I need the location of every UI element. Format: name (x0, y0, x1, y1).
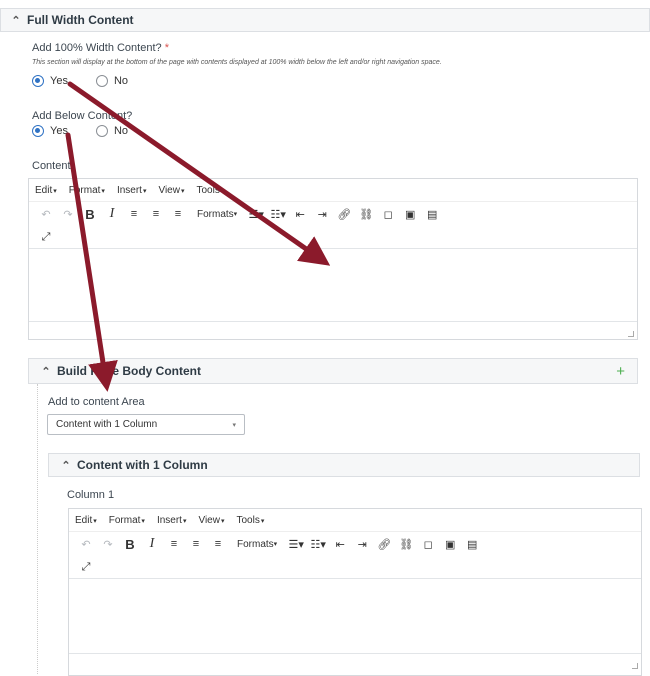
redo-icon[interactable]: ↷ (57, 204, 79, 224)
content-label: Content (32, 160, 71, 172)
numbered-list-icon[interactable]: ☷▾ (307, 534, 329, 554)
link-icon[interactable]: 🔗︎ (333, 204, 355, 224)
full-width-question-text: Add 100% Width Content? (32, 42, 162, 54)
menu-edit[interactable]: Edit▾ (75, 515, 97, 526)
menu-format[interactable]: Format▾ (109, 515, 145, 526)
full-width-no-label[interactable]: No (114, 75, 128, 87)
formats-dropdown[interactable]: Formats ▾ (189, 204, 245, 224)
indent-icon[interactable]: ⇥ (311, 204, 333, 224)
editor-toolbar: ↶ ↷ B I ≡ ≡ ≡ Formats ▾ ☰▾ ☷▾ ⇤ ⇥ 🔗︎ ⛓︎ ◻… (29, 202, 637, 226)
image-icon[interactable]: ▣ (399, 204, 421, 224)
bold-icon[interactable]: B (119, 534, 141, 554)
required-mark: * (164, 42, 169, 54)
editor-toolbar-row2: ⤢ (29, 226, 637, 248)
fullscreen-icon[interactable]: ⤢ (75, 557, 97, 577)
below-no-radio[interactable] (95, 125, 108, 137)
editor-status-bar (69, 653, 641, 672)
bullet-list-icon[interactable]: ☰▾ (245, 204, 267, 224)
chevron-down-icon: ▾ (232, 421, 236, 429)
bold-icon[interactable]: B (79, 204, 101, 224)
redo-icon[interactable]: ↷ (97, 534, 119, 554)
indent-icon[interactable]: ⇥ (351, 534, 373, 554)
chevron-up-icon: ⌃ (61, 459, 71, 472)
full-width-yes-label[interactable]: Yes (50, 75, 68, 87)
resize-handle-icon[interactable] (628, 331, 634, 337)
chevron-up-icon: ⌃ (11, 14, 21, 27)
full-width-title: Full Width Content (27, 13, 134, 27)
menu-view[interactable]: View▾ (198, 515, 224, 526)
resize-handle-icon[interactable] (632, 663, 638, 669)
full-width-section-header[interactable]: ⌃ Full Width Content (0, 8, 650, 32)
undo-icon[interactable]: ↶ (35, 204, 57, 224)
below-yes-label[interactable]: Yes (50, 125, 68, 137)
italic-icon[interactable]: I (101, 204, 123, 224)
menu-view[interactable]: View▾ (158, 185, 184, 196)
unlink-icon[interactable]: ⛓︎ (355, 204, 377, 224)
content-block-header[interactable]: ⌃ Content with 1 Column (48, 453, 640, 477)
full-width-no-radio[interactable] (95, 75, 108, 87)
column-editor: Edit▾ Format▾ Insert▾ View▾ Tools▾ ↶ ↷ B… (68, 508, 642, 676)
select-value: Content with 1 Column (56, 419, 158, 430)
menu-insert[interactable]: Insert▾ (117, 185, 147, 196)
content-editor: Edit▾ Format▾ Insert▾ View▾ Tools▾ ↶ ↷ B… (28, 178, 638, 340)
editor-text-area[interactable] (69, 578, 641, 653)
align-center-icon[interactable]: ≡ (185, 534, 207, 554)
undo-icon[interactable]: ↶ (75, 534, 97, 554)
menu-tools[interactable]: Tools▾ (236, 515, 264, 526)
menu-insert[interactable]: Insert▾ (157, 515, 187, 526)
below-question: Add Below Content? (32, 110, 133, 122)
below-radio-group: Yes No (32, 125, 128, 137)
editor-menubar: Edit▾ Format▾ Insert▾ View▾ Tools▾ (29, 179, 637, 202)
add-to-content-label: Add to content Area (48, 396, 145, 408)
bookmark-icon[interactable]: ◻ (417, 534, 439, 554)
outdent-icon[interactable]: ⇤ (289, 204, 311, 224)
align-right-icon[interactable]: ≡ (167, 204, 189, 224)
content-area-select[interactable]: Content with 1 Column ▾ (47, 414, 245, 435)
chevron-up-icon: ⌃ (41, 365, 51, 378)
content-block-title: Content with 1 Column (77, 458, 208, 472)
editor-text-area[interactable] (29, 248, 637, 321)
align-center-icon[interactable]: ≡ (145, 204, 167, 224)
menu-edit[interactable]: Edit▾ (35, 185, 57, 196)
plus-icon[interactable]: + (616, 363, 625, 380)
menu-tools[interactable]: Tools▾ (196, 185, 224, 196)
align-left-icon[interactable]: ≡ (163, 534, 185, 554)
menu-format[interactable]: Format▾ (69, 185, 105, 196)
link-icon[interactable]: 🔗︎ (373, 534, 395, 554)
below-yes-radio[interactable] (32, 125, 44, 137)
align-right-icon[interactable]: ≡ (207, 534, 229, 554)
nested-guide-line (37, 384, 39, 674)
media-icon[interactable]: ▤ (421, 204, 443, 224)
formats-dropdown[interactable]: Formats ▾ (229, 534, 285, 554)
fullscreen-icon[interactable]: ⤢ (35, 227, 57, 247)
build-body-title: Build Page Body Content (57, 364, 201, 378)
editor-toolbar-row2: ⤢ (69, 556, 641, 578)
build-body-section-header[interactable]: ⌃ Build Page Body Content + (28, 358, 638, 384)
align-left-icon[interactable]: ≡ (123, 204, 145, 224)
column-1-label: Column 1 (67, 489, 115, 501)
editor-status-bar (29, 321, 637, 340)
bookmark-icon[interactable]: ◻ (377, 204, 399, 224)
full-width-radio-group: Yes No (32, 75, 128, 87)
unlink-icon[interactable]: ⛓︎ (395, 534, 417, 554)
full-width-question: Add 100% Width Content? * (32, 42, 169, 54)
media-icon[interactable]: ▤ (461, 534, 483, 554)
numbered-list-icon[interactable]: ☷▾ (267, 204, 289, 224)
image-icon[interactable]: ▣ (439, 534, 461, 554)
outdent-icon[interactable]: ⇤ (329, 534, 351, 554)
below-no-label[interactable]: No (114, 125, 128, 137)
full-width-yes-radio[interactable] (32, 75, 44, 87)
bullet-list-icon[interactable]: ☰▾ (285, 534, 307, 554)
editor-toolbar: ↶ ↷ B I ≡ ≡ ≡ Formats ▾ ☰▾ ☷▾ ⇤ ⇥ 🔗︎ ⛓︎ ◻… (69, 532, 641, 556)
editor-menubar: Edit▾ Format▾ Insert▾ View▾ Tools▾ (69, 509, 641, 532)
full-width-help-text: This section will display at the bottom … (32, 59, 442, 66)
italic-icon[interactable]: I (141, 534, 163, 554)
